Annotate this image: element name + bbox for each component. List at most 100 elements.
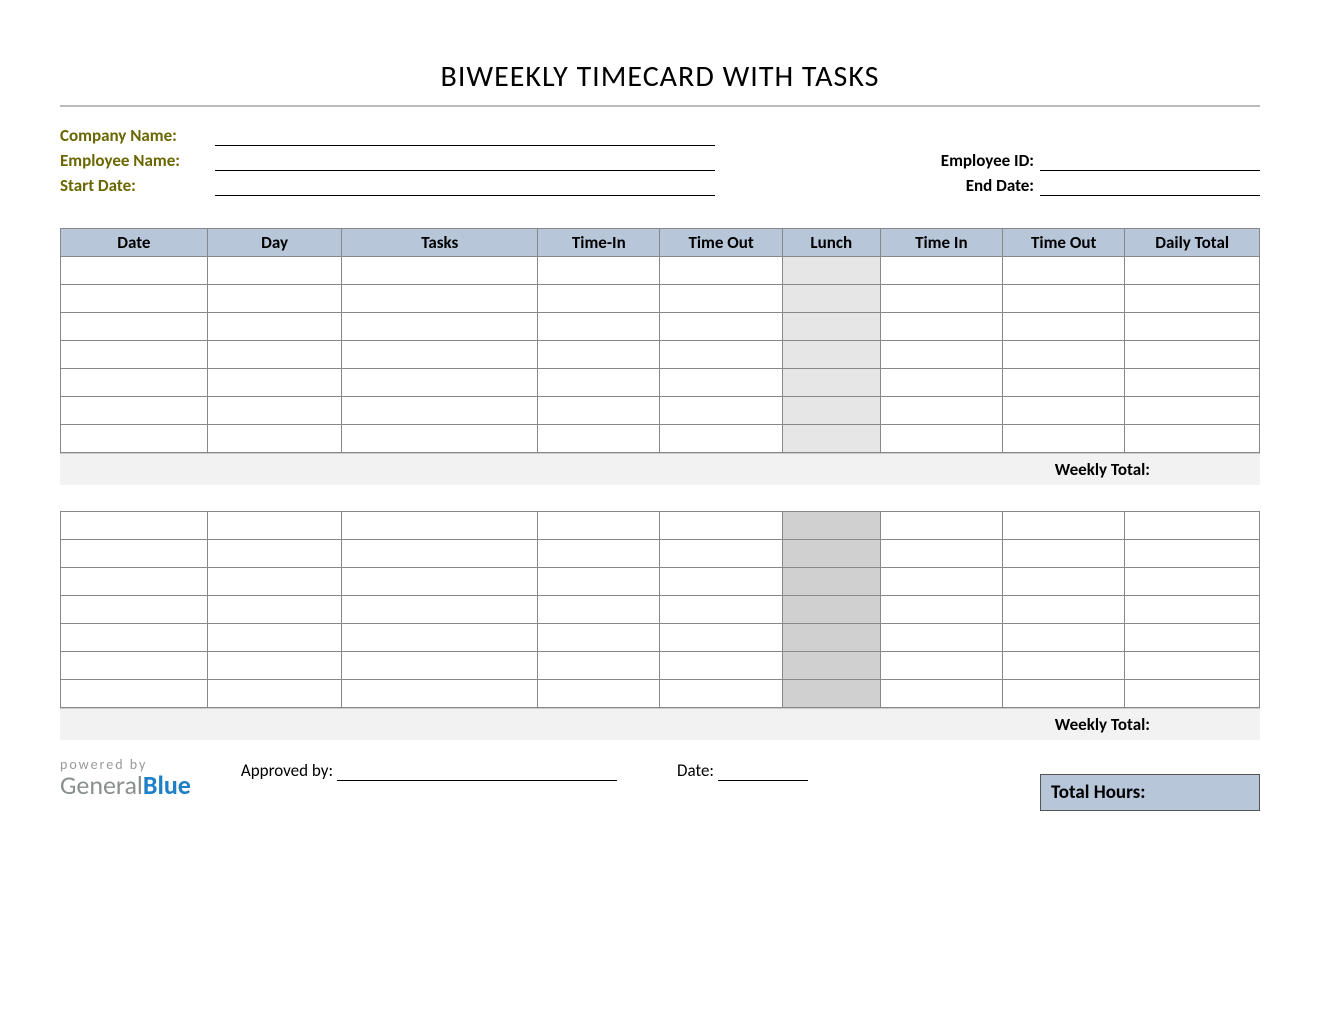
table-cell[interactable] xyxy=(538,512,660,540)
table-cell[interactable] xyxy=(782,680,880,708)
table-cell[interactable] xyxy=(538,680,660,708)
table-cell[interactable] xyxy=(782,596,880,624)
table-cell[interactable] xyxy=(61,285,208,313)
table-cell[interactable] xyxy=(1003,369,1125,397)
table-cell[interactable] xyxy=(342,652,538,680)
table-cell[interactable] xyxy=(782,512,880,540)
table-cell[interactable] xyxy=(61,425,208,453)
table-cell[interactable] xyxy=(1003,313,1125,341)
table-cell[interactable] xyxy=(61,596,208,624)
table-cell[interactable] xyxy=(1125,652,1260,680)
table-cell[interactable] xyxy=(1003,568,1125,596)
table-cell[interactable] xyxy=(1125,257,1260,285)
table-cell[interactable] xyxy=(880,341,1002,369)
start-date-field[interactable] xyxy=(215,178,715,196)
table-cell[interactable] xyxy=(880,285,1002,313)
table-cell[interactable] xyxy=(880,568,1002,596)
table-cell[interactable] xyxy=(207,512,342,540)
table-cell[interactable] xyxy=(207,652,342,680)
table-cell[interactable] xyxy=(660,285,782,313)
table-cell[interactable] xyxy=(207,540,342,568)
table-cell[interactable] xyxy=(207,568,342,596)
footer-date-field[interactable] xyxy=(718,763,808,781)
table-cell[interactable] xyxy=(342,596,538,624)
table-cell[interactable] xyxy=(1125,369,1260,397)
table-cell[interactable] xyxy=(1125,596,1260,624)
table-cell[interactable] xyxy=(782,540,880,568)
table-cell[interactable] xyxy=(207,369,342,397)
table-cell[interactable] xyxy=(61,369,208,397)
table-cell[interactable] xyxy=(61,680,208,708)
table-cell[interactable] xyxy=(880,540,1002,568)
table-cell[interactable] xyxy=(880,313,1002,341)
table-cell[interactable] xyxy=(61,313,208,341)
table-cell[interactable] xyxy=(538,596,660,624)
table-cell[interactable] xyxy=(660,257,782,285)
table-cell[interactable] xyxy=(1125,285,1260,313)
table-cell[interactable] xyxy=(782,397,880,425)
table-cell[interactable] xyxy=(342,568,538,596)
table-cell[interactable] xyxy=(880,652,1002,680)
employee-name-field[interactable] xyxy=(215,153,715,171)
table-cell[interactable] xyxy=(782,313,880,341)
table-cell[interactable] xyxy=(61,341,208,369)
table-cell[interactable] xyxy=(880,397,1002,425)
table-cell[interactable] xyxy=(538,285,660,313)
table-cell[interactable] xyxy=(538,568,660,596)
table-cell[interactable] xyxy=(660,512,782,540)
table-cell[interactable] xyxy=(660,369,782,397)
table-cell[interactable] xyxy=(207,596,342,624)
table-cell[interactable] xyxy=(342,624,538,652)
table-cell[interactable] xyxy=(660,341,782,369)
table-cell[interactable] xyxy=(342,341,538,369)
table-cell[interactable] xyxy=(1125,512,1260,540)
table-cell[interactable] xyxy=(782,285,880,313)
table-cell[interactable] xyxy=(61,540,208,568)
table-cell[interactable] xyxy=(342,540,538,568)
table-cell[interactable] xyxy=(61,397,208,425)
table-cell[interactable] xyxy=(660,540,782,568)
table-cell[interactable] xyxy=(1125,540,1260,568)
table-cell[interactable] xyxy=(782,257,880,285)
table-cell[interactable] xyxy=(538,652,660,680)
table-cell[interactable] xyxy=(207,313,342,341)
table-cell[interactable] xyxy=(342,512,538,540)
table-cell[interactable] xyxy=(342,313,538,341)
table-cell[interactable] xyxy=(61,257,208,285)
table-cell[interactable] xyxy=(1003,512,1125,540)
table-cell[interactable] xyxy=(342,425,538,453)
table-cell[interactable] xyxy=(61,624,208,652)
table-cell[interactable] xyxy=(1125,313,1260,341)
table-cell[interactable] xyxy=(1125,568,1260,596)
table-cell[interactable] xyxy=(538,540,660,568)
table-cell[interactable] xyxy=(1125,624,1260,652)
table-cell[interactable] xyxy=(880,369,1002,397)
table-cell[interactable] xyxy=(782,652,880,680)
table-cell[interactable] xyxy=(61,652,208,680)
table-cell[interactable] xyxy=(538,313,660,341)
table-cell[interactable] xyxy=(1125,680,1260,708)
table-cell[interactable] xyxy=(782,624,880,652)
table-cell[interactable] xyxy=(660,313,782,341)
table-cell[interactable] xyxy=(660,397,782,425)
table-cell[interactable] xyxy=(207,285,342,313)
table-cell[interactable] xyxy=(342,257,538,285)
table-cell[interactable] xyxy=(660,624,782,652)
table-cell[interactable] xyxy=(1003,596,1125,624)
end-date-field[interactable] xyxy=(1040,178,1260,196)
table-cell[interactable] xyxy=(1003,285,1125,313)
table-cell[interactable] xyxy=(207,624,342,652)
table-cell[interactable] xyxy=(538,624,660,652)
table-cell[interactable] xyxy=(880,257,1002,285)
table-cell[interactable] xyxy=(538,257,660,285)
table-cell[interactable] xyxy=(660,652,782,680)
table-cell[interactable] xyxy=(1125,341,1260,369)
table-cell[interactable] xyxy=(782,425,880,453)
table-cell[interactable] xyxy=(207,257,342,285)
table-cell[interactable] xyxy=(1003,425,1125,453)
employee-id-field[interactable] xyxy=(1040,153,1260,171)
table-cell[interactable] xyxy=(1003,680,1125,708)
table-cell[interactable] xyxy=(782,341,880,369)
table-cell[interactable] xyxy=(342,680,538,708)
table-cell[interactable] xyxy=(342,397,538,425)
